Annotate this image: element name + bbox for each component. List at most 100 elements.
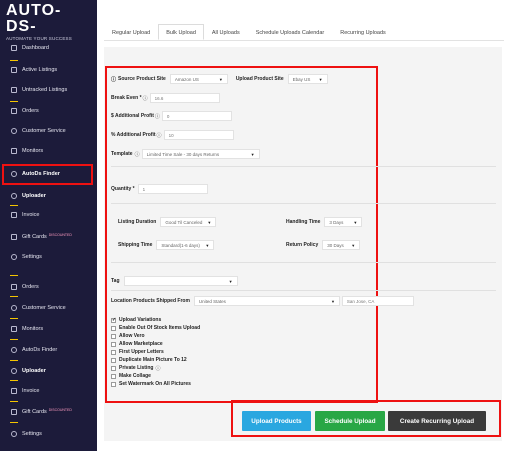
template-select[interactable]: Limited Time Sale - 30 days Returns ▼	[141, 149, 260, 159]
checkbox-allow-vero[interactable]: Allow Vero	[111, 332, 145, 340]
listing-duration-label: Listing Duration	[118, 219, 157, 225]
sidebar-item-orders[interactable]: Orders	[0, 104, 97, 118]
invoice-icon	[11, 212, 17, 218]
nav-separator	[10, 401, 18, 402]
chevron-down-icon: ▼	[228, 278, 233, 284]
location-country-value: United States	[198, 298, 226, 304]
sidebar-item-label: Invoice	[22, 388, 40, 394]
checkbox-duplicate-main-picture[interactable]: Duplicate Main Picture To 12	[111, 356, 187, 364]
sidebar-item-monitors[interactable]: Monitors	[0, 144, 97, 158]
additional-profit-row: $ Additional Profit ⓘ 0	[111, 111, 232, 121]
checkbox-label: Enable Out Of Stock Items Upload	[119, 325, 201, 331]
checkbox-set-watermark[interactable]: Set Watermark On All Pictures	[111, 380, 191, 388]
sidebar-item-gift-cards[interactable]: Gift Cards DISCOUNTED	[0, 230, 97, 244]
checkbox-private-listing[interactable]: Private Listing ⓘ	[111, 364, 160, 372]
checkbox-allow-marketplace[interactable]: Allow Marketplace	[111, 340, 163, 348]
checkbox-box	[111, 365, 116, 371]
source-site-label: Source Product Site	[118, 76, 166, 82]
sidebar-item-label: Gift Cards	[22, 234, 47, 240]
dashboard-icon	[11, 45, 17, 51]
listing-duration-row: Listing Duration Good Til Canceled ▼	[118, 217, 217, 227]
sidebar-item-orders-2[interactable]: Orders	[0, 280, 97, 294]
chevron-down-icon: ▼	[205, 242, 210, 248]
checkbox-label: Allow Vero	[119, 333, 145, 339]
checkbox-label: Make Collage	[119, 373, 151, 379]
sidebar-item-settings-2[interactable]: Settings	[0, 427, 97, 441]
chevron-down-icon: ▼	[353, 219, 358, 225]
section-divider	[111, 290, 496, 291]
checkbox-out-of-stock[interactable]: Enable Out Of Stock Items Upload	[111, 324, 200, 332]
handling-time-select[interactable]: 3 Days ▼	[324, 217, 363, 227]
settings-icon	[11, 431, 17, 437]
return-policy-value: 30 Days	[327, 242, 344, 248]
checkbox-label: First Upper Letters	[119, 349, 164, 355]
tab-all-uploads[interactable]: All Uploads	[204, 24, 248, 40]
brand-logo[interactable]: AUTO-DS- AUTOMATE YOUR SUCCESS	[0, 0, 97, 42]
nav-separator	[10, 380, 18, 381]
break-even-input[interactable]: 16.6	[149, 93, 220, 103]
sidebar: AUTO-DS- AUTOMATE YOUR SUCCESS Dashboard…	[0, 0, 97, 451]
sidebar-item-uploader[interactable]: Uploader	[0, 189, 97, 203]
sidebar-item-label: Gift Cards	[22, 409, 47, 415]
quantity-input[interactable]: 1	[137, 184, 208, 194]
create-recurring-upload-button[interactable]: Create Recurring Upload	[388, 411, 486, 431]
schedule-upload-button[interactable]: Schedule Upload	[315, 411, 385, 431]
sidebar-item-monitors-2[interactable]: Monitors	[0, 322, 97, 336]
return-policy-select[interactable]: 30 Days ▼	[322, 240, 361, 250]
percent-profit-row: % Additional Profit ⓘ 10	[111, 130, 234, 140]
sidebar-item-gift-cards-2[interactable]: Gift Cards DISCOUNTED	[0, 405, 97, 419]
checkbox-make-collage[interactable]: Make Collage	[111, 372, 151, 380]
upload-tabs: Regular Upload Bulk Upload All Uploads S…	[104, 24, 394, 40]
tab-recurring-uploads[interactable]: Recurring Uploads	[332, 24, 394, 40]
sidebar-item-label: Uploader	[22, 193, 46, 199]
sidebar-item-uploader-2[interactable]: Uploader	[0, 364, 97, 378]
sidebar-item-customer-service[interactable]: Customer Service	[0, 124, 97, 138]
brand-title: AUTO-DS-	[6, 2, 62, 35]
source-site-value: Amazon US	[174, 76, 199, 82]
nav-separator	[10, 318, 18, 319]
sidebar-item-dashboard[interactable]: Dashboard	[0, 41, 97, 55]
location-city-input[interactable]: San Jose, CA	[341, 296, 414, 306]
orders-icon	[11, 284, 17, 290]
handling-time-row: Handling Time 3 Days ▼	[286, 217, 363, 227]
checkbox-first-upper-letters[interactable]: First Upper Letters	[111, 348, 164, 356]
listing-duration-value: Good Til Canceled	[165, 219, 203, 225]
tab-regular-upload[interactable]: Regular Upload	[104, 24, 158, 40]
sidebar-item-label: Orders	[22, 108, 39, 114]
shipping-time-label: Shipping Time	[118, 242, 153, 248]
checkbox-box	[111, 373, 116, 379]
help-icon: ⓘ	[156, 132, 162, 139]
upload-products-button[interactable]: Upload Products	[242, 411, 311, 431]
sidebar-item-invoice-2[interactable]: Invoice	[0, 384, 97, 398]
handling-time-label: Handling Time	[286, 219, 321, 225]
additional-profit-input[interactable]: 0	[161, 111, 232, 121]
quantity-row: Quantity * 1	[111, 184, 208, 194]
quantity-label: Quantity *	[111, 186, 135, 192]
checkbox-upload-variations[interactable]: ✓ Upload Variations	[111, 316, 161, 324]
settings-icon	[11, 254, 17, 260]
template-row: Template ⓘ Limited Time Sale - 30 days R…	[111, 149, 260, 159]
location-country-select[interactable]: United States ▼	[193, 296, 340, 306]
nav-separator	[10, 205, 18, 206]
tab-bulk-upload[interactable]: Bulk Upload	[158, 24, 204, 40]
sidebar-item-active-listings[interactable]: Active Listings	[0, 63, 97, 77]
help-icon: ⓘ	[154, 113, 160, 120]
tab-schedule-calendar[interactable]: Schedule Uploads Calendar	[248, 24, 333, 40]
percent-profit-input[interactable]: 10	[163, 130, 234, 140]
chevron-down-icon: ▼	[318, 76, 323, 82]
listing-duration-select[interactable]: Good Til Canceled ▼	[160, 217, 217, 227]
sidebar-item-customer-service-2[interactable]: Customer Service	[0, 301, 97, 315]
nav-separator	[10, 275, 18, 276]
checkbox-box	[111, 333, 116, 339]
sidebar-item-untracked-listings[interactable]: Untracked Listings	[0, 83, 97, 97]
sidebar-item-autods-finder-2[interactable]: AutoDs Finder	[0, 343, 97, 357]
upload-site-select[interactable]: Ebay US ▼	[287, 74, 328, 84]
help-icon: ⓘ	[111, 76, 117, 83]
discount-badge: DISCOUNTED	[48, 408, 72, 412]
shipping-time-select[interactable]: Standard(1-6 days) ▼	[156, 240, 215, 250]
sidebar-item-settings[interactable]: Settings	[0, 250, 97, 264]
gift-icon	[11, 234, 17, 240]
sidebar-item-invoice[interactable]: Invoice	[0, 208, 97, 222]
tag-select[interactable]: ▼	[123, 276, 238, 286]
source-site-select[interactable]: Amazon US ▼	[169, 74, 228, 84]
